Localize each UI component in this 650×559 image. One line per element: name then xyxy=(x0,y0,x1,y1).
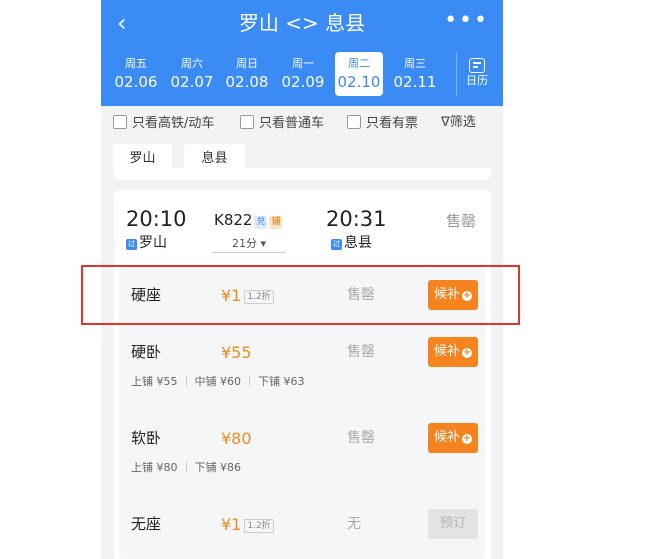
waitlist-button[interactable]: 候补 + xyxy=(428,423,478,453)
checkbox-icon xyxy=(240,115,254,129)
sift-button[interactable]: ∇筛选 xyxy=(441,115,476,131)
departure-time: 20:10 xyxy=(126,207,187,231)
pass-through-tag: 过 xyxy=(331,239,342,250)
date-selector: 周五 02.06 周六 02.07 周日 02.08 周一 02.09 周二 0… xyxy=(101,52,503,98)
calendar-button[interactable]: 日历 xyxy=(456,52,497,96)
seat-type: 软卧 xyxy=(131,429,162,447)
route-title: 罗山 <> 息县 xyxy=(238,11,366,35)
arrival-time: 20:31 xyxy=(326,207,387,231)
available-only-checkbox[interactable]: 只看有票 xyxy=(347,115,418,131)
filter-icon: ∇ xyxy=(441,115,450,130)
waitlist-button[interactable]: 候补 + xyxy=(428,337,478,367)
seat-availability: 售罄 xyxy=(347,430,375,446)
normal-train-only-checkbox[interactable]: 只看普通车 xyxy=(240,115,324,131)
plus-icon: + xyxy=(462,433,472,444)
caret-down-icon: ▾ xyxy=(260,237,267,250)
seat-type: 无座 xyxy=(131,515,162,533)
header-bar: ‹ 罗山 <> 息县 ••• 周五 02.06 周六 02.07 周日 02.0… xyxy=(101,0,503,106)
high-speed-only-checkbox[interactable]: 只看高铁/动车 xyxy=(113,115,214,131)
date-tab-0211[interactable]: 周三 02.11 xyxy=(391,52,439,96)
more-icon[interactable]: ••• xyxy=(444,8,489,34)
train-status: 售罄 xyxy=(446,212,477,230)
date-tab-0207[interactable]: 周六 02.07 xyxy=(168,52,216,96)
duration-toggle[interactable]: 21分 ▾ xyxy=(212,236,286,253)
date-tab-0209[interactable]: 周一 02.09 xyxy=(279,52,327,96)
berth-prices: 上铺 ¥80 下铺 ¥86 xyxy=(131,461,241,474)
pass-through-tag: 过 xyxy=(126,239,137,250)
seat-row-hard-sleeper: 硬卧 ¥55 售罄 候补 + 上铺 ¥55 中铺 ¥60 下铺 ¥63 xyxy=(119,325,485,411)
seat-price: ¥1 1.2折 xyxy=(221,515,274,535)
berth-badge: 铺 xyxy=(269,216,283,229)
seat-availability: 售罄 xyxy=(347,344,375,360)
date-tab-0206[interactable]: 周五 02.06 xyxy=(112,52,160,96)
seat-price: ¥80 xyxy=(221,429,252,448)
departure-station: 过罗山 xyxy=(126,235,167,251)
filter-bar: 只看高铁/动车 只看普通车 只看有票 ∇筛选 xyxy=(101,106,503,140)
seat-row-soft-sleeper: 软卧 ¥80 售罄 候补 + 上铺 ¥80 下铺 ¥86 xyxy=(119,411,485,497)
checkbox-icon xyxy=(347,115,361,129)
seat-availability: 无 xyxy=(347,516,361,532)
highlight-box xyxy=(81,265,520,325)
date-tab-0208[interactable]: 周日 02.08 xyxy=(223,52,271,96)
exchange-badge: 兑 xyxy=(254,216,268,229)
seat-row-standing: 无座 ¥1 1.2折 无 预订 xyxy=(119,497,485,557)
book-button-disabled[interactable]: 预订 xyxy=(428,509,478,539)
checkbox-icon xyxy=(113,115,127,129)
date-tab-0210-selected[interactable]: 周二 02.10 xyxy=(335,52,383,96)
calendar-icon xyxy=(469,58,485,73)
plus-icon: + xyxy=(462,347,472,358)
seat-price: ¥55 xyxy=(221,343,252,362)
arrival-station: 过息县 xyxy=(331,235,372,251)
discount-badge: 1.2折 xyxy=(244,519,274,533)
berth-prices: 上铺 ¥55 中铺 ¥60 下铺 ¥63 xyxy=(131,375,305,388)
train-card[interactable]: 20:10 过罗山 K822 兑铺 21分 ▾ 20:31 过息县 售罄 硬座 ¥… xyxy=(114,190,491,559)
seat-type: 硬卧 xyxy=(131,343,162,361)
train-number: K822 兑铺 xyxy=(214,211,283,229)
previous-card-edge xyxy=(114,168,491,180)
